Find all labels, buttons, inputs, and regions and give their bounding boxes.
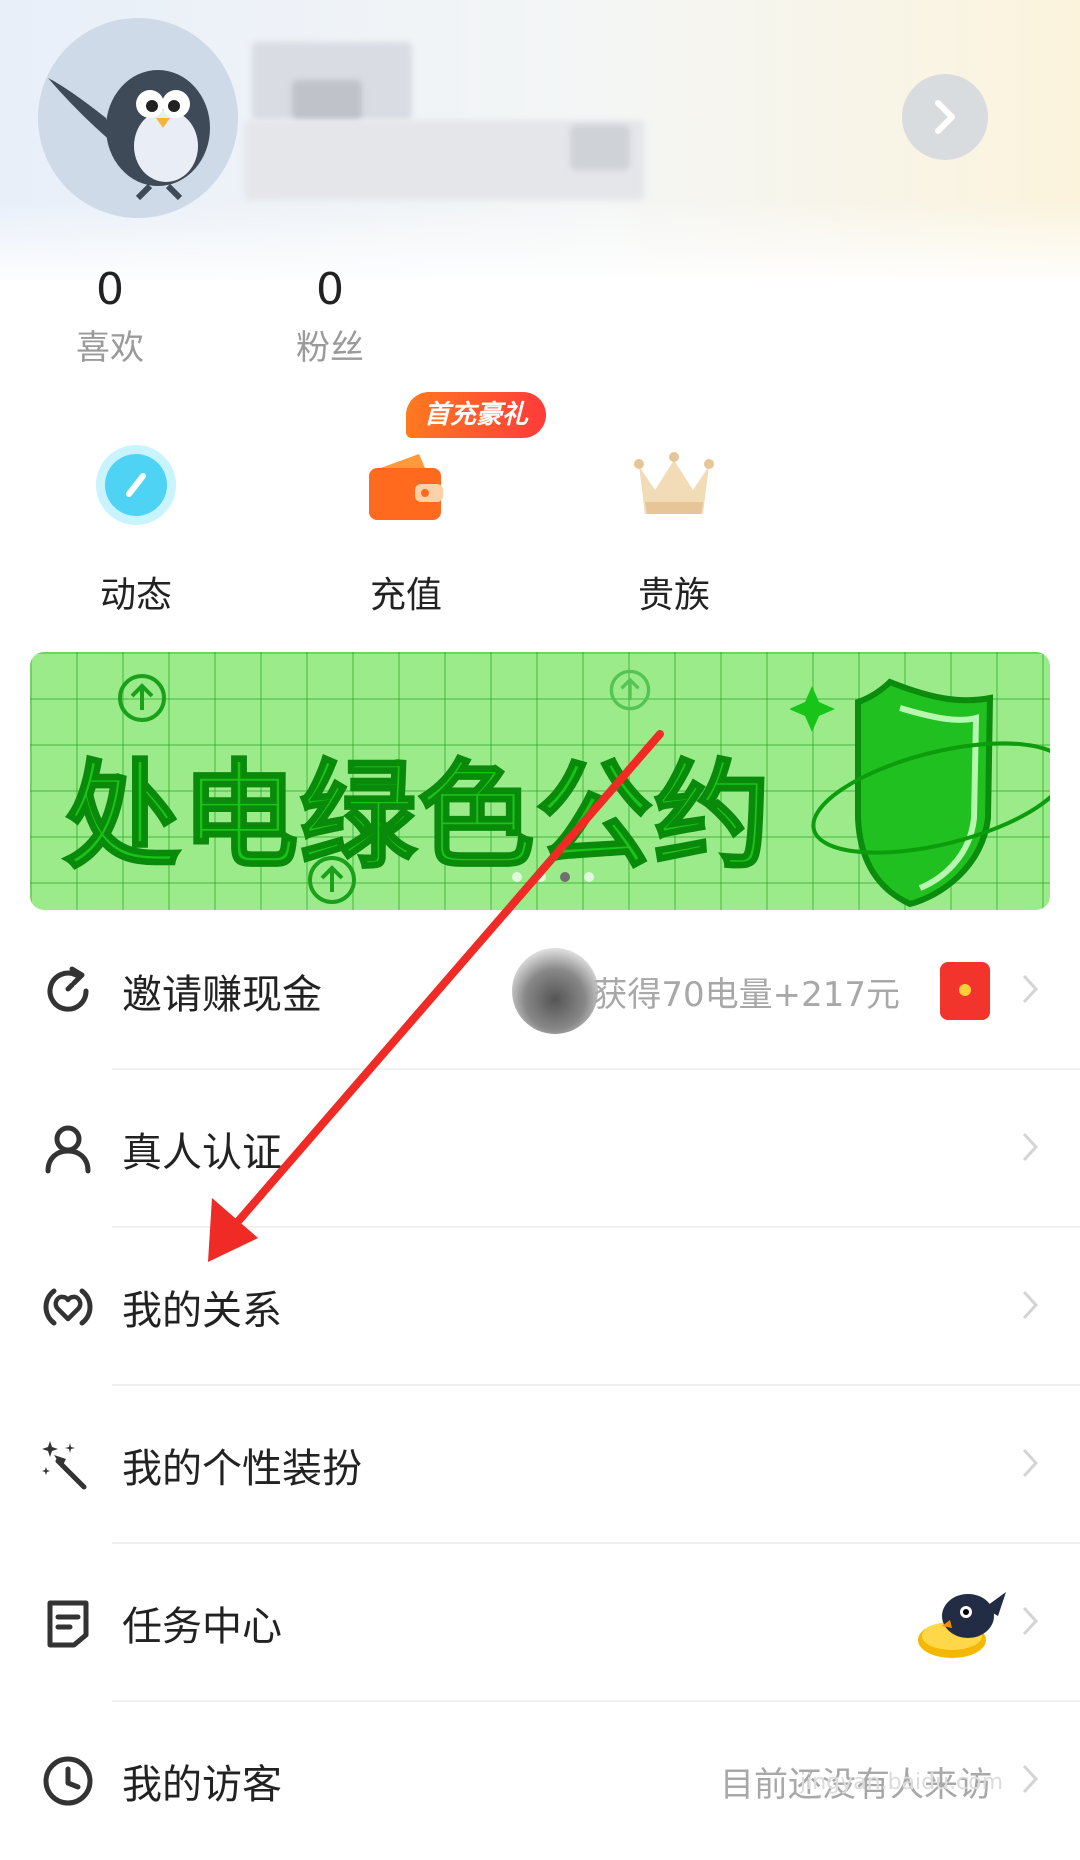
likes-count: 0 <box>96 264 124 315</box>
fans-count: 0 <box>316 264 344 315</box>
chevron-right-icon <box>935 100 955 134</box>
blurred-id-block <box>570 125 630 170</box>
chevron-right-icon <box>1022 1448 1039 1478</box>
pagination-dot[interactable] <box>584 872 594 882</box>
crown-icon <box>634 452 714 514</box>
clock-bubble-icon <box>96 445 176 525</box>
task-doc-icon <box>47 1600 89 1648</box>
banner-title: 处电绿色公约 <box>63 748 772 886</box>
chevron-right-icon <box>1022 1606 1039 1636</box>
quick-action-label: 充值 <box>369 575 442 616</box>
menu-item-dressup[interactable]: 我的个性装扮 <box>0 1386 1080 1544</box>
quick-action-label: 动态 <box>99 575 172 616</box>
menu-item-label: 我的访客 <box>122 1762 282 1808</box>
refresh-icon <box>47 966 89 1012</box>
stat-fans[interactable]: 0 粉丝 <box>270 262 390 369</box>
menu-item-relations[interactable]: 我的关系 <box>0 1228 1080 1386</box>
menu-item-label: 邀请赚现金 <box>122 972 322 1018</box>
clock-icon <box>43 1756 93 1806</box>
quick-action-label: 贵族 <box>637 575 710 616</box>
red-packet-icon <box>940 962 990 1020</box>
person-icon <box>45 1125 91 1174</box>
pagination-dot-active[interactable] <box>560 872 570 882</box>
first-recharge-badge: 首充豪礼 <box>406 392 547 438</box>
invite-user-avatar <box>512 948 598 1034</box>
chevron-right-icon <box>1022 1290 1039 1320</box>
heart-link-icon <box>43 1288 93 1326</box>
menu-item-label: 我的个性装扮 <box>122 1446 362 1492</box>
avatar[interactable] <box>38 18 238 218</box>
pagination-dot[interactable] <box>536 872 546 882</box>
wallet-icon <box>369 454 443 520</box>
promo-banner[interactable]: 处电绿色公约 <box>30 652 1050 910</box>
menu-item-verify[interactable]: 真人认证 <box>0 1070 1080 1228</box>
magic-wand-icon <box>42 1441 87 1490</box>
watermark: jingyan.baidu.com <box>800 1770 1004 1795</box>
likes-label: 喜欢 <box>76 328 144 368</box>
chevron-right-icon <box>1022 974 1039 1004</box>
blurred-name-block <box>292 80 362 120</box>
menu-item-label: 真人认证 <box>122 1130 282 1176</box>
penguin-avatar-icon <box>48 70 210 201</box>
menu-item-label: 任务中心 <box>122 1604 282 1650</box>
chevron-right-icon <box>1022 1132 1039 1162</box>
up-arrow-circle-icon <box>118 674 166 722</box>
menu-item-invite[interactable]: 邀请赚现金 获得70电量+217元 <box>0 912 1080 1070</box>
pagination-dot[interactable] <box>512 872 522 882</box>
stat-likes[interactable]: 0 喜欢 <box>50 262 170 369</box>
profile-detail-button[interactable] <box>902 74 988 160</box>
settings-menu: 邀请赚现金 获得70电量+217元 真人认证 我的关系 我的个性装扮 任务中心 … <box>0 912 1080 1860</box>
banner-pagination <box>512 872 594 882</box>
up-arrow-circle-icon <box>609 669 651 711</box>
chevron-right-icon <box>1022 1764 1039 1794</box>
menu-item-tasks[interactable]: 任务中心 <box>0 1544 1080 1702</box>
quick-action-recharge[interactable]: 充值 <box>326 440 486 618</box>
quick-action-moments[interactable]: 动态 <box>56 440 216 618</box>
penguin-coin-icon <box>918 1592 1006 1658</box>
fans-label: 粉丝 <box>296 328 364 368</box>
menu-item-label: 我的关系 <box>122 1288 282 1334</box>
quick-action-noble[interactable]: 贵族 <box>594 440 754 618</box>
invite-reward-text: 获得70电量+217元 <box>593 974 900 1015</box>
green-shield-icon <box>790 678 1050 908</box>
